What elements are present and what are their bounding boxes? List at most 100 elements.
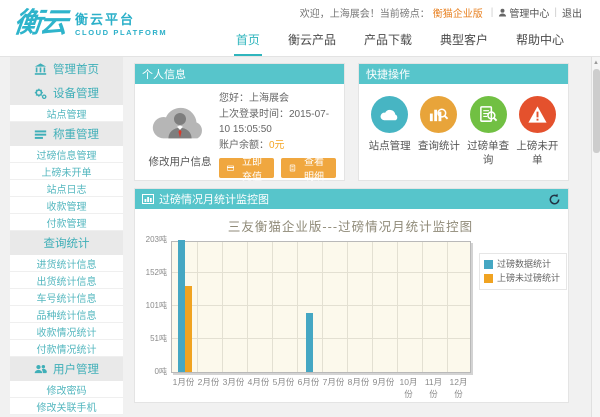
person-icon: [498, 8, 507, 17]
gridline: [297, 242, 298, 372]
nav-tab-0[interactable]: 首页: [234, 31, 262, 56]
gears-icon: [34, 87, 47, 100]
x-tick-label: 7月份: [321, 376, 346, 388]
x-tick-label: 8月份: [346, 376, 371, 388]
x-tick-label: 11月份: [421, 376, 446, 400]
sidebar-item-7[interactable]: 收款管理: [10, 197, 123, 214]
chart-panel-title: 过磅情况月统计监控图: [159, 191, 269, 207]
chart-bar: [185, 286, 192, 372]
chart-panel-header: 过磅情况月统计监控图: [135, 189, 568, 209]
gridline: [172, 272, 470, 273]
sidebar-item-label: 进货统计信息: [37, 256, 97, 271]
main-nav: 首页衡云产品产品下载典型客户帮助中心: [234, 31, 566, 56]
sidebar-item-15[interactable]: 付款情况统计: [10, 340, 123, 357]
x-tick-label: 4月份: [246, 376, 271, 388]
sidebar-item-6[interactable]: 站点日志: [10, 180, 123, 197]
nav-tab-2[interactable]: 产品下载: [362, 31, 414, 56]
sidebar-item-13[interactable]: 品种统计信息: [10, 306, 123, 323]
gridline: [222, 242, 223, 372]
nav-tab-4[interactable]: 帮助中心: [514, 31, 566, 56]
refresh-icon[interactable]: [548, 193, 561, 206]
legend-label: 过磅数据统计: [497, 257, 551, 271]
bank-icon: [34, 63, 47, 76]
account-buttons: 立即充值 查看明细: [219, 158, 336, 178]
avatar-column: 修改用户信息: [141, 91, 219, 178]
sidebar-item-10[interactable]: 进货统计信息: [10, 255, 123, 272]
sidebar-item-9[interactable]: 查询统计: [10, 231, 123, 255]
edit-user-link[interactable]: 修改用户信息: [141, 154, 219, 169]
nav-tab-3[interactable]: 典型客户: [438, 31, 490, 56]
admin-center-label: 管理中心: [509, 5, 549, 20]
chart-bar: [178, 240, 185, 372]
account-details: 您好：上海展会 上次登录时间：2015-07-10 15:05:50 账户余额：…: [219, 91, 336, 178]
y-tick-label: 203吨: [146, 234, 167, 245]
sidebar-item-3[interactable]: 称重管理: [10, 122, 123, 146]
quick-actions-header: 快捷操作: [359, 64, 568, 84]
sidebar-item-12[interactable]: 车号统计信息: [10, 289, 123, 306]
sidebar-item-label: 用户管理: [53, 361, 99, 377]
quick-actions-panel: 快捷操作 站点管理查询统计过磅单查询上磅未开单: [358, 63, 569, 181]
sidebar-item-0[interactable]: 管理首页: [10, 57, 123, 81]
legend-item: 上磅未过磅统计: [484, 271, 560, 285]
detail-label: 查看明细: [300, 153, 328, 183]
personal-info-header: 个人信息: [135, 64, 344, 84]
divider: |: [491, 7, 494, 18]
recharge-button[interactable]: 立即充值: [219, 158, 274, 178]
sidebar-item-label: 修改关联手机: [37, 399, 97, 414]
y-tick-label: 0吨: [155, 366, 167, 377]
legend-swatch: [484, 274, 493, 283]
quick-action-1[interactable]: 查询统计: [414, 96, 463, 176]
logout-link[interactable]: 退出: [562, 5, 582, 20]
y-tick-label: 101吨: [146, 300, 167, 311]
quick-action-label: 过磅单查询: [464, 140, 513, 167]
sidebar-item-16[interactable]: 用户管理: [10, 357, 123, 381]
gridline: [447, 242, 448, 372]
sidebar-item-5[interactable]: 上磅未开单: [10, 163, 123, 180]
list-icon: [34, 128, 47, 141]
last-login-text: 上次登录时间：2015-07-10 15:05:50: [219, 107, 336, 138]
quick-action-2[interactable]: 过磅单查询: [464, 96, 513, 176]
view-detail-button[interactable]: 查看明细: [281, 158, 336, 178]
sidebar-item-8[interactable]: 付款管理: [10, 214, 123, 231]
gridline: [172, 305, 470, 306]
doc-search-icon: [470, 96, 507, 133]
sidebar-item-11[interactable]: 出货统计信息: [10, 272, 123, 289]
sidebar-item-label: 出货统计信息: [37, 273, 97, 288]
top-panels-row: 个人信息 修改用户信息 您好：上海展会: [134, 63, 569, 181]
chart-bar: [306, 313, 313, 372]
y-tick-label: 51吨: [150, 333, 167, 344]
sidebar-item-4[interactable]: 过磅信息管理: [10, 146, 123, 163]
sidebar-item-18[interactable]: 修改关联手机: [10, 398, 123, 415]
sidebar-item-17[interactable]: 修改密码: [10, 381, 123, 398]
personal-info-body: 修改用户信息 您好：上海展会 上次登录时间：2015-07-10 15:05:5…: [135, 84, 344, 184]
gridline: [197, 242, 198, 372]
legend-item: 过磅数据统计: [484, 257, 560, 271]
sidebar-item-2[interactable]: 站点管理: [10, 105, 123, 122]
logo[interactable]: 衡云 衡云平台 CLOUD PLATFORM: [14, 9, 167, 37]
vertical-scrollbar[interactable]: ▲: [591, 57, 600, 417]
chart-plot: [171, 241, 471, 373]
chart-body: 三友衡猫企业版---过磅情况月统计监控图 0吨51吨101吨152吨203吨 过…: [135, 209, 568, 402]
nav-tab-1[interactable]: 衡云产品: [286, 31, 338, 56]
page-body: 管理首页设备管理站点管理称重管理过磅信息管理上磅未开单站点日志收款管理付款管理查…: [0, 57, 600, 417]
brand-block: 衡云平台 CLOUD PLATFORM: [75, 9, 167, 37]
gridline: [422, 242, 423, 372]
legend-swatch: [484, 260, 493, 269]
sidebar-item-1[interactable]: 设备管理: [10, 81, 123, 105]
sidebar-item-label: 设备管理: [53, 85, 99, 101]
user-links: 欢迎，上海展会！当前磅点： 衡猫企业版 | 管理中心 | 退出: [300, 5, 582, 20]
sidebar-item-label: 品种统计信息: [37, 307, 97, 322]
scrollbar-thumb[interactable]: [593, 69, 600, 153]
card-icon: [227, 163, 234, 173]
quick-action-3[interactable]: 上磅未开单: [513, 96, 562, 176]
scrollbar-up-arrow[interactable]: ▲: [592, 57, 600, 68]
account-link[interactable]: 衡猫企业版: [433, 5, 483, 20]
sidebar-item-14[interactable]: 收款情况统计: [10, 323, 123, 340]
sidebar-item-label: 收款情况统计: [37, 324, 97, 339]
admin-center-link[interactable]: 管理中心: [498, 5, 549, 20]
quick-action-0[interactable]: 站点管理: [365, 96, 414, 176]
cloud-icon: [371, 96, 408, 133]
personal-info-panel: 个人信息 修改用户信息 您好：上海展会: [134, 63, 345, 181]
gridline: [372, 242, 373, 372]
legend-label: 上磅未过磅统计: [497, 271, 560, 285]
